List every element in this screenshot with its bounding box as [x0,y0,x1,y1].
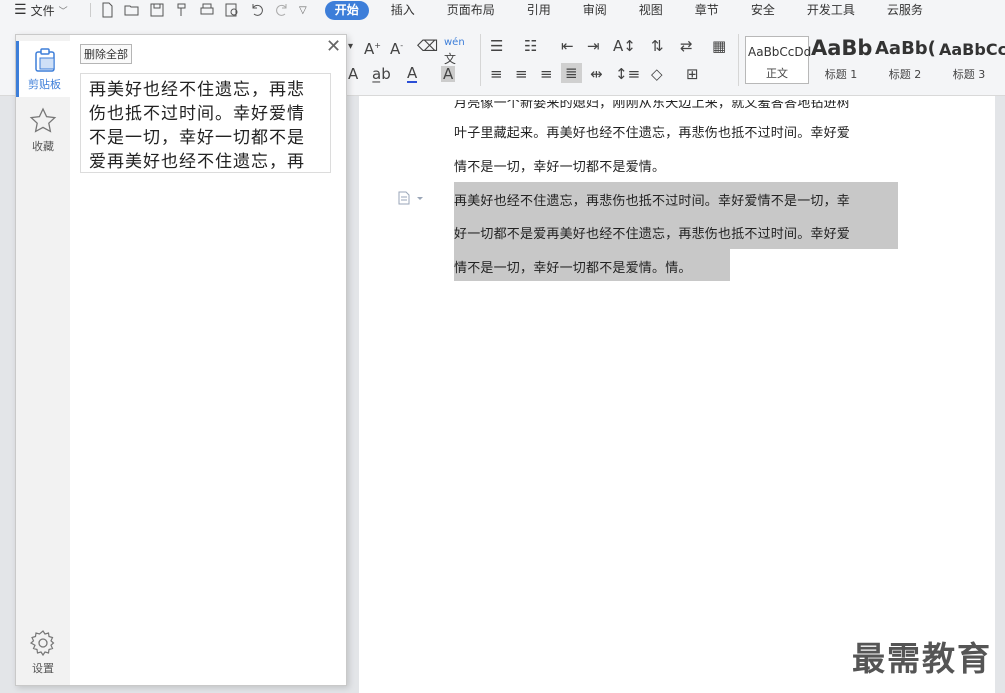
close-icon[interactable]: ✕ [326,38,341,56]
clipboard-icon [34,48,55,72]
sidebar-item-label: 设置 [32,662,54,675]
align-right-icon[interactable]: ≡ [540,66,553,82]
pinyin-guide-icon[interactable]: wén 文 [444,35,465,69]
sidebar-item-clipboard[interactable]: 剪贴板 [16,41,70,97]
panel-sidebar: 剪贴板 收藏 设置 [16,35,70,685]
shrink-font-icon[interactable]: A- [390,38,403,57]
table-layout-icon[interactable]: ▦ [712,38,726,54]
delete-all-button[interactable]: 删除全部 [80,44,132,64]
customize-toolbar-icon[interactable]: ▽ [299,5,307,16]
tab-page-layout[interactable]: 页面布局 [431,0,511,20]
file-menu-label: 文件 [30,3,55,18]
align-center-icon[interactable]: ≡ [515,66,528,82]
redo-icon[interactable] [274,2,290,18]
tab-developer[interactable]: 开发工具 [791,0,871,20]
style-gallery: AaBbCcDd 正文 AaBb 标题 1 AaBb( 标题 2 AaBbCc … [745,36,1005,84]
style-preview: AaBbCc [939,40,1005,59]
divider [738,34,739,86]
pinyin-label: wén [444,37,465,48]
numbered-list-icon[interactable]: ☷ [524,38,537,54]
paragraph-handle-icon[interactable] [397,190,423,209]
clipboard-item-text: 再美好也经不住遗忘，再悲伤也抵不过时间。幸好爱情不是一切，幸好一切都不是爱再美好… [89,80,305,172]
clear-format-icon[interactable]: ⌫ [417,38,438,54]
style-name: 标题 3 [952,68,986,81]
shading-icon[interactable]: ◇ [651,66,663,82]
borders-icon[interactable]: ⊞ [686,66,699,82]
highlight-icon[interactable]: a̲b [372,66,391,82]
sidebar-item-settings[interactable]: 设置 [16,629,70,675]
style-preview: AaBb( [875,38,936,59]
quick-access-toolbar: ▽ [97,2,307,18]
text-effect-icon[interactable]: A [348,66,358,82]
align-left-icon[interactable]: ≡ [490,66,503,82]
document-line: 情不是一切，幸好一切都不是爱情。情。 [454,261,692,276]
font-color-icon[interactable]: A [407,65,418,83]
style-heading-3[interactable]: AaBbCc 标题 3 [937,36,1005,84]
new-doc-icon[interactable] [99,2,115,18]
tab-references[interactable]: 引用 [511,0,567,20]
show-marks-icon[interactable]: ⇄ [680,38,693,54]
font-dropdown-chevron-icon[interactable]: ▾ [348,39,353,55]
sort-icon[interactable]: ⇅ [651,38,664,54]
increase-indent-icon[interactable]: ⇥ [587,38,600,54]
document-line: 好一切都不是爱再美好也经不住遗忘，再悲伤也抵不过时间。幸好爱 [454,227,851,242]
print-preview-icon[interactable] [224,2,240,18]
distribute-icon[interactable]: ⇹ [590,66,603,82]
sidebar-item-label: 收藏 [32,140,54,153]
star-icon [29,107,57,133]
divider [90,3,91,17]
char-shading-icon[interactable]: A [441,66,456,82]
menu-bar: ☰ 文件 ﹀ ▽ 开始 插入 页面布局 引用 审阅 视图 章节 安全 开发工具 … [0,0,1005,20]
undo-icon[interactable] [249,2,265,18]
print-icon[interactable] [199,2,215,18]
tab-home[interactable]: 开始 [324,0,369,20]
tab-insert[interactable]: 插入 [375,0,431,20]
bullet-list-icon[interactable]: ☰ [490,38,503,54]
tab-cloud[interactable]: 云服务 [871,0,939,20]
style-name: 正文 [766,67,788,80]
sidebar-item-favorites[interactable]: 收藏 [16,107,70,157]
style-heading-2[interactable]: AaBb( 标题 2 [873,36,937,84]
hamburger-icon: ☰ [14,2,27,18]
style-name: 标题 2 [888,68,922,81]
file-menu[interactable]: ☰ 文件 ﹀ [0,2,84,19]
decrease-indent-icon[interactable]: ⇤ [561,38,574,54]
gear-icon [29,630,55,657]
tab-review[interactable]: 审阅 [567,0,623,20]
tab-view[interactable]: 视图 [623,0,679,20]
sidebar-item-label: 剪贴板 [28,78,61,91]
grow-font-icon[interactable]: A+ [364,38,381,57]
tab-section[interactable]: 章节 [679,0,735,20]
line-spacing-icon[interactable]: ↕≡ [615,66,640,82]
divider [480,34,481,86]
style-name: 标题 1 [824,68,858,81]
clipboard-panel: 剪贴板 收藏 设置 删除全部 ✕ 再美好也经不住遗忘，再悲伤也抵不过时间。幸好爱… [15,34,347,686]
ribbon-tabs: 开始 插入 页面布局 引用 审阅 视图 章节 安全 开发工具 云服务 [324,0,939,20]
style-normal[interactable]: AaBbCcDd 正文 [745,36,812,84]
save-icon[interactable] [149,2,165,18]
char-spacing-icon[interactable]: A↕ [613,38,636,54]
document-line: 情不是一切，幸好一切都不是爱情。 [454,160,666,175]
open-folder-icon[interactable] [124,2,140,18]
style-preview: AaBbCcDd [748,45,812,59]
tab-security[interactable]: 安全 [735,0,791,20]
document-line: 叶子里藏起来。再美好也经不住遗忘，再悲伤也抵不过时间。幸好爱 [454,126,851,141]
style-heading-1[interactable]: AaBb 标题 1 [809,36,873,84]
justify-icon[interactable]: ≣ [561,63,582,83]
clipboard-item[interactable]: 再美好也经不住遗忘，再悲伤也抵不过时间。幸好爱情不是一切，幸好一切都不是爱再美好… [80,73,331,173]
chevron-down-icon: ﹀ [58,6,68,17]
document-line: 再美好也经不住遗忘，再悲伤也抵不过时间。幸好爱情不是一切，幸 [454,194,851,209]
format-painter-icon[interactable] [174,2,190,18]
watermark: 最需教育 [852,639,992,678]
style-preview: AaBb [811,36,873,60]
